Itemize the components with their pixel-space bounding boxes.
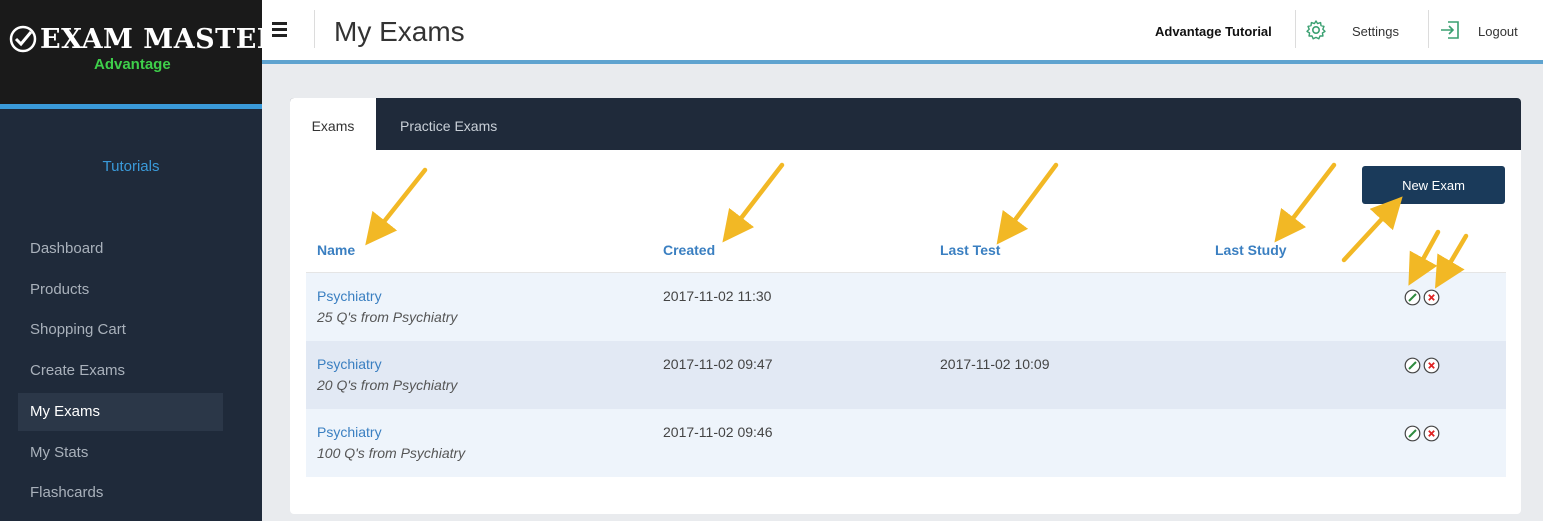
edit-icon[interactable] xyxy=(1404,357,1421,374)
delete-icon[interactable] xyxy=(1423,289,1440,306)
top-header: My Exams Advantage Tutorial Settings Log… xyxy=(262,0,1543,60)
settings-link[interactable]: Settings xyxy=(1352,24,1399,39)
exams-panel: Exams Practice Exams New Exam Name Creat… xyxy=(290,98,1521,514)
sidebar: EXAM MASTER® Advantage Tutorials Dashboa… xyxy=(0,0,296,521)
gear-icon[interactable] xyxy=(1305,19,1327,41)
column-header-last-study[interactable]: Last Study xyxy=(1215,242,1287,258)
column-header-last-test[interactable]: Last Test xyxy=(940,242,1000,258)
table-row: Psychiatry 100 Q's from Psychiatry 2017-… xyxy=(306,409,1506,477)
new-exam-button[interactable]: New Exam xyxy=(1362,166,1505,204)
menu-icon[interactable] xyxy=(272,22,287,37)
delete-icon[interactable] xyxy=(1423,425,1440,442)
header-divider xyxy=(1428,10,1429,48)
exam-description: 20 Q's from Psychiatry xyxy=(317,377,458,393)
logo[interactable]: EXAM MASTER® Advantage xyxy=(0,0,296,104)
sidebar-item-shopping-cart[interactable]: Shopping Cart xyxy=(18,311,223,349)
exam-created: 2017-11-02 09:46 xyxy=(663,424,773,440)
sidebar-item-products[interactable]: Products xyxy=(18,271,223,309)
tab-bar: Exams Practice Exams xyxy=(290,98,1521,150)
user-name[interactable]: Advantage Tutorial xyxy=(1155,24,1272,39)
edit-icon[interactable] xyxy=(1404,289,1421,306)
tab-exams[interactable]: Exams xyxy=(290,98,376,150)
tab-practice-exams[interactable]: Practice Exams xyxy=(400,98,497,150)
sidebar-item-my-stats[interactable]: My Stats xyxy=(18,434,223,472)
column-header-created[interactable]: Created xyxy=(663,242,715,258)
exam-description: 100 Q's from Psychiatry xyxy=(317,445,466,461)
exam-name-link[interactable]: Psychiatry xyxy=(317,288,382,304)
logo-subtitle: Advantage xyxy=(94,56,171,73)
exam-created: 2017-11-02 11:30 xyxy=(663,288,772,304)
delete-icon[interactable] xyxy=(1423,357,1440,374)
tutorials-link[interactable]: Tutorials xyxy=(0,158,262,175)
table-row: Psychiatry 25 Q's from Psychiatry 2017-1… xyxy=(306,273,1506,341)
exam-name-link[interactable]: Psychiatry xyxy=(317,424,382,440)
page-title: My Exams xyxy=(334,16,465,47)
exam-created: 2017-11-02 09:47 xyxy=(663,356,773,372)
logo-wordmark: EXAM MASTER® xyxy=(40,24,296,55)
edit-icon[interactable] xyxy=(1404,425,1421,442)
logo-accent-bar xyxy=(0,104,262,109)
sidebar-item-my-exams[interactable]: My Exams xyxy=(18,393,223,431)
logout-link[interactable]: Logout xyxy=(1478,24,1518,39)
exam-description: 25 Q's from Psychiatry xyxy=(317,309,458,325)
logout-icon[interactable] xyxy=(1439,19,1461,41)
exam-name-link[interactable]: Psychiatry xyxy=(317,356,382,372)
column-header-name[interactable]: Name xyxy=(317,242,355,258)
header-accent-bar xyxy=(262,60,1543,64)
exam-last-test: 2017-11-02 10:09 xyxy=(940,356,1050,372)
header-divider xyxy=(314,10,315,48)
sidebar-item-flashcards[interactable]: Flashcards xyxy=(18,474,223,512)
check-circle-icon xyxy=(9,25,37,53)
header-divider xyxy=(1295,10,1296,48)
table-row: Psychiatry 20 Q's from Psychiatry 2017-1… xyxy=(306,341,1506,409)
sidebar-item-dashboard[interactable]: Dashboard xyxy=(18,230,223,268)
sidebar-item-create-exams[interactable]: Create Exams xyxy=(18,352,223,390)
